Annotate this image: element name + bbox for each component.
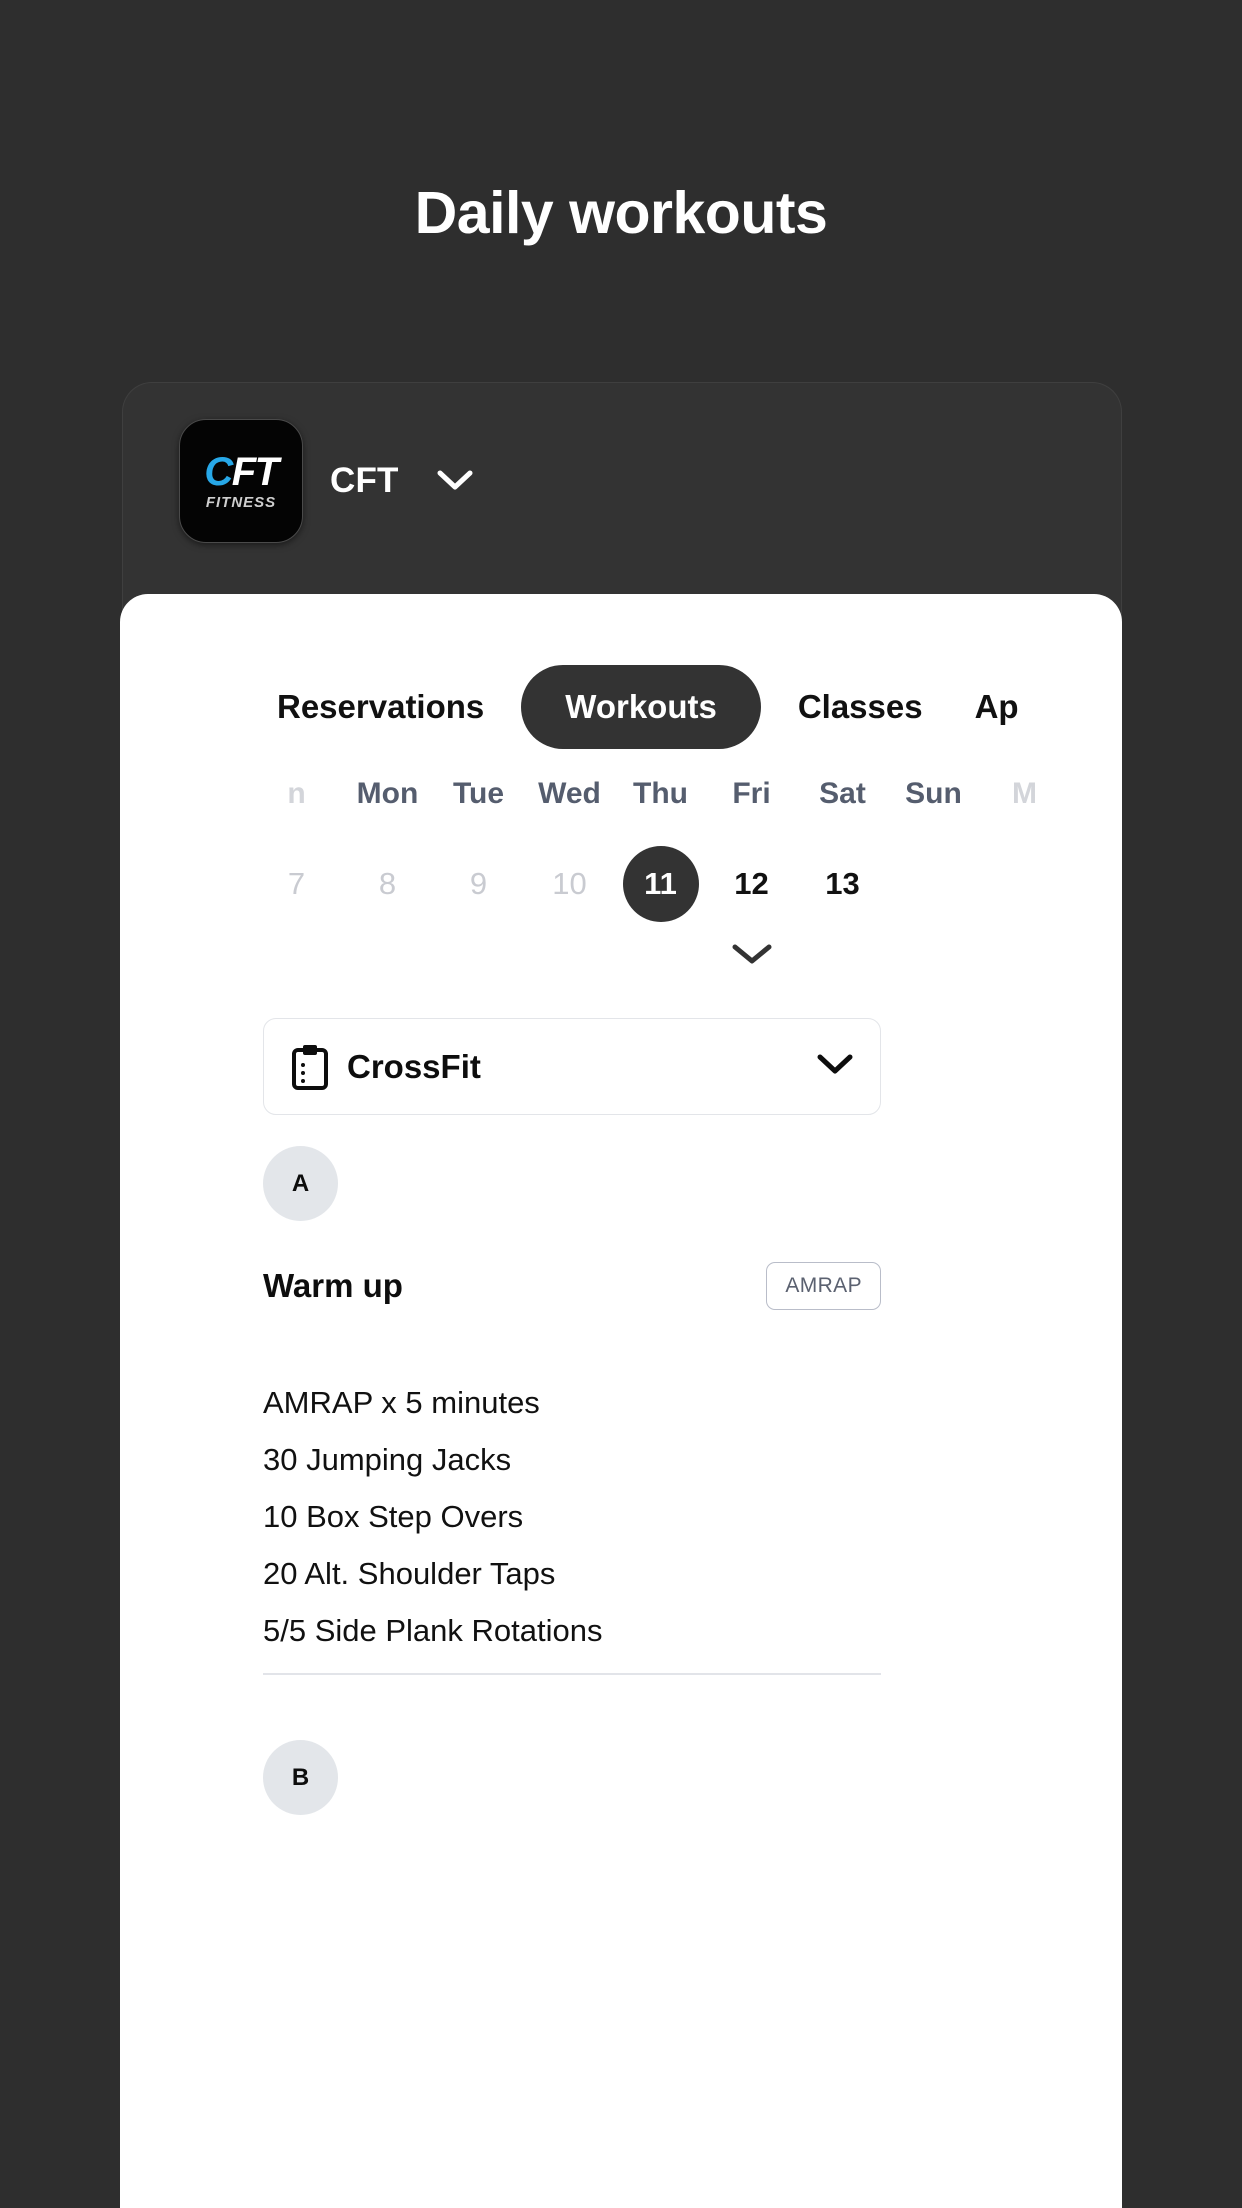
tab-appointments[interactable]: Ap (949, 665, 1045, 749)
dayname-cell: Sat (797, 777, 888, 811)
dayname-label: Thu (633, 777, 688, 810)
dayname-label: Fri (732, 777, 771, 810)
page-title: Daily workouts (414, 180, 828, 246)
date-number[interactable]: 10 (532, 846, 608, 922)
date-cell[interactable]: 7 (251, 836, 342, 932)
dayname-label: Tue (452, 777, 505, 810)
date-number[interactable]: 7 (259, 846, 335, 922)
tab-workouts[interactable]: Workouts (521, 665, 761, 749)
dayname-label: n (287, 777, 306, 810)
dayname-cell: Fri (706, 777, 797, 811)
block-letter: B (291, 1763, 310, 1791)
workout-line: 5/5 Side Plank Rotations (263, 1613, 603, 1648)
date-cell-selected[interactable]: 11 (615, 836, 706, 932)
logo-subtext: FITNESS (205, 494, 277, 511)
calendar-expand-button[interactable] (251, 942, 1122, 966)
brand-selector[interactable]: C FT FITNESS CFT (179, 419, 473, 543)
dayname-cell: M (979, 777, 1070, 811)
tab-classes[interactable]: Classes (772, 665, 949, 749)
tab-bar[interactable]: Reservations Workouts Classes Ap (251, 665, 1045, 749)
logo-mark-secondary: FT (231, 450, 279, 494)
dayname-label: Sun (905, 777, 962, 810)
status-badge: AMRAP (766, 1261, 881, 1310)
dayname-cell: n (251, 777, 342, 811)
cft-logo: C FT FITNESS (179, 419, 303, 543)
workout-line: 20 Alt. Shoulder Taps (263, 1556, 556, 1591)
dayname-label: M (1012, 777, 1037, 810)
block-header-a: Warm up AMRAP (263, 1257, 881, 1314)
program-select[interactable]: CrossFit (263, 1018, 881, 1115)
date-cell[interactable]: 13 (797, 836, 888, 932)
date-number[interactable]: 9 (441, 846, 517, 922)
chevron-down-icon[interactable] (437, 470, 473, 492)
workout-line: 30 Jumping Jacks (263, 1442, 512, 1477)
date-number[interactable]: 8 (350, 846, 426, 922)
date-number[interactable]: 11 (622, 846, 699, 922)
dayname-label: Sat (819, 777, 866, 810)
chevron-down-icon[interactable] (816, 1053, 854, 1080)
date-cell[interactable]: 10 (524, 836, 615, 932)
block-avatar-b: B (263, 1740, 338, 1815)
screen-root: Daily workouts C FT FITNESS CFT Reservati… (0, 0, 1242, 2208)
sheet-inner: Reservations Workouts Classes Ap n Mon T… (251, 594, 1122, 2208)
calendar-daynames: n Mon Tue Wed Thu Fri Sat Sun M (251, 768, 1122, 820)
dayname-cell: Thu (615, 777, 706, 811)
date-cell[interactable]: 8 (342, 836, 433, 932)
workout-line: AMRAP x 5 minutes (263, 1385, 540, 1420)
block-letter: A (291, 1169, 310, 1197)
block-lines-a: AMRAP x 5 minutes 30 Jumping Jacks 10 Bo… (263, 1380, 963, 1665)
date-number[interactable] (896, 846, 972, 922)
brand-name: CFT (330, 461, 399, 500)
logo-mark-primary: C (204, 450, 233, 494)
date-number[interactable]: 13 (805, 846, 881, 922)
block-divider (263, 1673, 881, 1675)
date-cell[interactable] (888, 836, 979, 932)
dayname-cell: Tue (433, 777, 524, 811)
dayname-cell: Sun (888, 777, 979, 811)
dayname-label: Wed (538, 777, 601, 810)
dayname-cell: Mon (342, 777, 433, 811)
clipboard-icon (290, 1043, 340, 1091)
content-sheet: Reservations Workouts Classes Ap n Mon T… (120, 594, 1122, 2208)
block-title: Warm up (263, 1266, 403, 1304)
tab-reservations[interactable]: Reservations (251, 665, 510, 749)
chevron-down-icon (732, 944, 772, 964)
date-cell[interactable]: 12 (706, 836, 797, 932)
calendar-dates[interactable]: 7 8 9 10 11 12 13 (251, 836, 1122, 932)
dayname-cell: Wed (524, 777, 615, 811)
date-number[interactable]: 12 (714, 846, 790, 922)
workout-line: 10 Box Step Overs (263, 1499, 524, 1534)
logo-wordmark: C FT (204, 450, 279, 494)
dayname-label: Mon (356, 777, 419, 810)
block-avatar-a: A (263, 1146, 338, 1221)
program-label: CrossFit (347, 1047, 481, 1085)
date-cell[interactable]: 9 (433, 836, 524, 932)
